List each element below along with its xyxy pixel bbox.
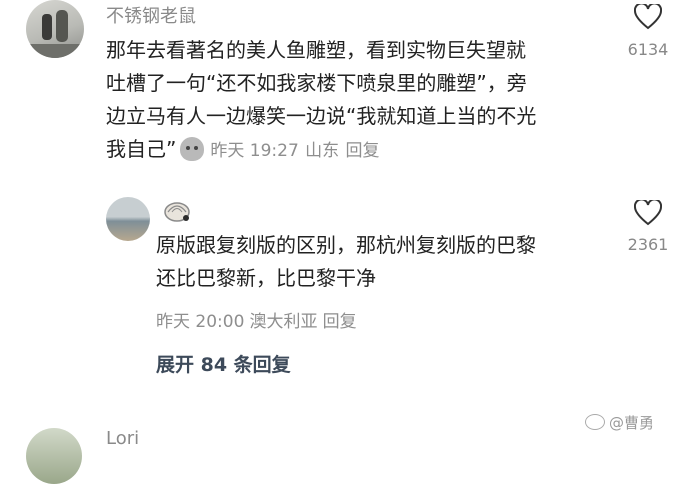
comment-text-line: 吐槽了一句“还不如我家楼下喷泉里的雕塑”，旁: [106, 71, 527, 95]
comment-text-line: 我自己”: [106, 137, 177, 161]
reply-button[interactable]: 回复: [323, 312, 357, 332]
watermark: @曹勇: [585, 412, 654, 433]
reply-time: 昨天 20:00: [156, 312, 245, 332]
user-avatar[interactable]: [26, 0, 84, 58]
shell-icon: [164, 202, 190, 222]
comment-text-line: 那年去看著名的美人鱼雕塑，看到实物巨失望就: [106, 38, 526, 62]
weibo-logo-icon: [585, 414, 605, 430]
like-count: 2361: [627, 235, 669, 254]
comment-time: 昨天 19:27: [210, 141, 299, 161]
reply-location: 澳大利亚: [249, 312, 318, 332]
comment-location: 山东: [305, 141, 340, 161]
comment-last-line: 我自己” 昨天 19:27 山东 回复: [106, 133, 536, 168]
reply-user-avatar[interactable]: [106, 197, 150, 241]
comment-username[interactable]: 不锈钢老鼠: [106, 2, 196, 28]
reply-body: 原版跟复刻版的区别，那杭州复刻版的巴黎 还比巴黎新，比巴黎干净: [156, 229, 536, 295]
next-comment-username[interactable]: Lori: [106, 428, 139, 449]
reply-text-line: 原版跟复刻版的区别，那杭州复刻版的巴黎: [156, 233, 536, 257]
reply-meta: 昨天 20:00 澳大利亚 回复: [156, 307, 357, 332]
reply-button[interactable]: 回复: [346, 141, 380, 161]
like-heart-icon[interactable]: [634, 200, 662, 226]
reply-text-line: 还比巴黎新，比巴黎干净: [156, 266, 376, 290]
like-count: 6134: [627, 40, 669, 59]
emoji-icon: [180, 137, 205, 161]
comment-text-line: 边立马有人一边爆笑一边说“我就知道上当的不光: [106, 104, 537, 128]
comment-body: 那年去看著名的美人鱼雕塑，看到实物巨失望就 吐槽了一句“还不如我家楼下喷泉里的雕…: [106, 34, 536, 168]
like-heart-icon[interactable]: [634, 4, 662, 30]
expand-replies-button[interactable]: 展开 84 条回复: [156, 350, 291, 377]
next-user-avatar[interactable]: [26, 428, 82, 484]
